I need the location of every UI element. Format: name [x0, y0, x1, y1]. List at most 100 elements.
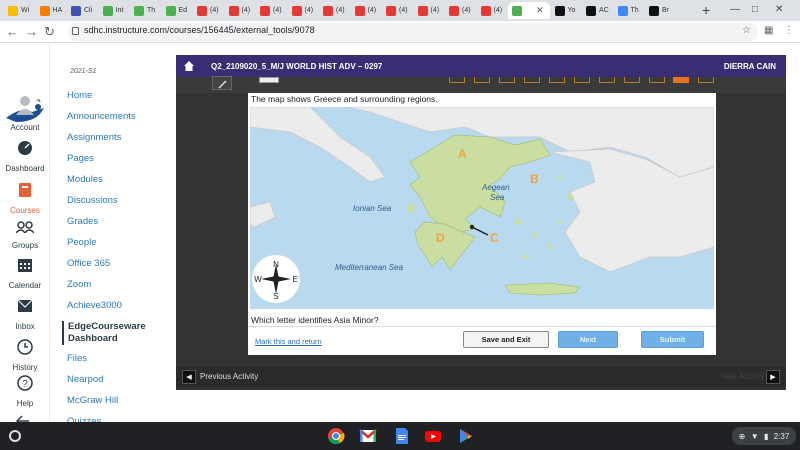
forward-icon[interactable]: → [25, 24, 38, 39]
nav-courses[interactable]: Courses [0, 182, 50, 218]
nav-dashboard[interactable]: Dashboard [0, 140, 50, 176]
island [515, 219, 521, 225]
browser-tab[interactable]: Br [645, 2, 676, 19]
back-icon[interactable]: ← [6, 24, 19, 39]
nav-label-calendar: Calendar [8, 281, 42, 290]
nav-history[interactable]: History [0, 339, 50, 375]
browser-tab[interactable]: (4) [256, 2, 287, 19]
mark-and-return-link[interactable]: Mark this and return [255, 337, 322, 346]
course-nav-item[interactable]: Assignments [67, 132, 121, 143]
course-nav-item[interactable]: Home [67, 90, 92, 101]
progress-box[interactable] [599, 77, 615, 83]
browser-tab[interactable]: (4) [382, 2, 413, 19]
docs-icon[interactable] [393, 427, 411, 445]
course-nav-item[interactable]: Files [67, 353, 87, 364]
nav-groups[interactable]: Groups [0, 221, 50, 253]
system-tray[interactable]: ⊕ ▼ ▮ 2:37 [732, 427, 796, 445]
user-name[interactable]: DIERRA CAIN [724, 62, 776, 71]
browser-tab[interactable]: Int [99, 2, 130, 19]
browser-tab[interactable]: (4) [445, 2, 476, 19]
course-nav-item[interactable]: Zoom [67, 279, 91, 290]
course-nav-item[interactable]: McGraw Hill [67, 395, 118, 406]
browser-tab[interactable]: Wi [4, 2, 35, 19]
launcher-icon[interactable] [9, 430, 21, 442]
course-nav-item[interactable]: EdgeCourseware Dashboard [62, 321, 146, 345]
submit-button[interactable]: Submit [641, 331, 704, 348]
minimize-icon[interactable]: — [730, 4, 740, 15]
help-icon: ? [17, 375, 33, 391]
progress-box[interactable] [449, 77, 465, 83]
gmail-icon[interactable] [359, 427, 377, 445]
island [547, 244, 553, 250]
progress-box[interactable] [698, 77, 714, 83]
island [651, 201, 659, 209]
tab-label: (4) [367, 7, 377, 14]
new-tab-button[interactable]: + [702, 2, 710, 18]
browser-tab[interactable]: Ed [162, 2, 193, 19]
progress-box[interactable] [549, 77, 565, 83]
bookmark-star-icon[interactable]: ☆ [742, 25, 751, 36]
play-store-icon[interactable] [457, 427, 475, 445]
close-tab-icon[interactable]: ✕ [536, 5, 544, 16]
browser-tab[interactable]: Yo [551, 2, 582, 19]
browser-tab[interactable]: Cli [67, 2, 98, 19]
browser-tab[interactable]: (4) [193, 2, 224, 19]
progress-box[interactable] [624, 77, 640, 83]
battery-icon: ▮ [763, 431, 769, 441]
courses-icon [19, 183, 31, 197]
menu-icon[interactable]: ⋮ [784, 25, 794, 36]
nav-label-dashboard: Dashboard [5, 164, 45, 173]
browser-tab[interactable]: (4) [319, 2, 350, 19]
nav-calendar[interactable]: Calendar [0, 257, 50, 293]
browser-tab[interactable]: HA [36, 2, 67, 19]
pen-tool-icon[interactable] [212, 76, 232, 90]
course-nav-item[interactable]: Nearpod [67, 374, 103, 385]
progress-box[interactable] [574, 77, 590, 83]
browser-tab[interactable]: AC [582, 2, 613, 19]
progress-box[interactable] [499, 77, 515, 83]
nav-help[interactable]: ? Help [0, 375, 50, 411]
home-icon[interactable] [183, 60, 195, 72]
course-nav-item[interactable]: Discussions [67, 195, 118, 206]
question-text: Which letter identifies Asia Minor? [251, 315, 379, 325]
browser-tab[interactable]: Th [130, 2, 161, 19]
browser-tab[interactable]: (4) [288, 2, 319, 19]
course-nav-item[interactable]: Modules [67, 174, 103, 185]
next-button[interactable]: Next [558, 331, 618, 348]
previous-activity-arrow-icon[interactable]: ◀ [182, 370, 196, 384]
extension-icon[interactable]: ▦ [764, 25, 773, 36]
browser-tab[interactable]: (4) [225, 2, 256, 19]
url-text[interactable]: sdhc.instructure.com/courses/156445/exte… [84, 25, 315, 35]
progress-box[interactable] [673, 77, 689, 83]
progress-box[interactable] [649, 77, 665, 83]
progress-box[interactable] [524, 77, 540, 83]
save-and-exit-button[interactable]: Save and Exit [463, 331, 549, 348]
course-nav-item[interactable]: Achieve3000 [67, 300, 122, 311]
browser-tab[interactable]: (4) [477, 2, 508, 19]
progress-box[interactable] [474, 77, 490, 83]
browser-tab[interactable]: Th [614, 2, 645, 19]
course-nav-item[interactable]: Grades [67, 216, 98, 227]
previous-activity-label[interactable]: Previous Activity [200, 372, 258, 381]
nav-inbox[interactable]: Inbox [0, 298, 50, 334]
nav-account[interactable]: Account [0, 95, 50, 135]
compass-w: W [254, 275, 262, 284]
browser-tab-strip: + — □ ✕ Wi HA Cli Int Th Ed (4) (4) (4) (4) (4) (4)… [0, 0, 800, 21]
maximize-icon[interactable]: □ [752, 4, 758, 15]
course-nav-item[interactable]: Pages [67, 153, 94, 164]
course-nav-item[interactable]: Announcements [67, 111, 136, 122]
close-window-icon[interactable]: ✕ [775, 4, 783, 15]
browser-tab[interactable]: (4) [351, 2, 382, 19]
chrome-icon[interactable] [327, 427, 345, 445]
browser-tab[interactable]: (4) [414, 2, 445, 19]
history-icon [17, 339, 33, 355]
youtube-icon[interactable] [424, 427, 442, 445]
course-nav-item[interactable]: People [67, 237, 97, 248]
notepad-tool-icon[interactable] [259, 77, 279, 83]
reload-icon[interactable]: ↻ [44, 24, 55, 40]
tab-favicon-icon [102, 5, 113, 16]
island [522, 254, 528, 260]
course-nav-item[interactable]: Office 365 [67, 258, 110, 269]
next-activity-arrow-icon[interactable]: ▶ [766, 370, 780, 384]
browser-tab[interactable]: ✕ [508, 2, 550, 19]
